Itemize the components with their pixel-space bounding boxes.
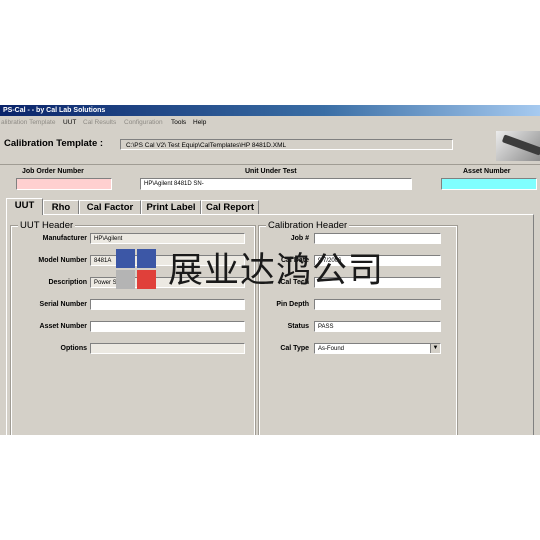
uut-label: Unit Under Test <box>245 168 297 175</box>
status-input[interactable]: PASS <box>314 321 441 332</box>
logo-square-blue-top <box>116 249 135 268</box>
cal-type-select[interactable]: As-Found ▼ <box>314 343 441 354</box>
asset-number-label: Asset Number <box>463 168 511 175</box>
manufacturer-label: Manufacturer <box>42 235 87 242</box>
uut-header-title: UUT Header <box>18 220 76 231</box>
title-bar[interactable]: PS-Cal - - by Cal Lab Solutions <box>0 105 540 116</box>
template-path-field[interactable]: C:\PS Cal V2\ Test Equip\CalTemplates\HP… <box>120 139 453 150</box>
menu-help[interactable]: Help <box>193 118 206 128</box>
window-title: PS-Cal - - by Cal Lab Solutions <box>3 107 106 114</box>
description-label: Description <box>48 279 87 286</box>
uut-tab-panel: UUT Header Calibration Header Manufactur… <box>6 214 534 435</box>
tab-print-label[interactable]: Print Label <box>141 200 201 215</box>
serial-number-input[interactable] <box>90 299 245 310</box>
serial-number-label: Serial Number <box>39 301 87 308</box>
logo-square-gray <box>116 270 135 289</box>
sensor-probe-icon <box>501 134 540 156</box>
power-sensor-image <box>496 131 540 161</box>
divider <box>0 164 540 165</box>
logo-square-red <box>137 270 156 289</box>
uut-input[interactable]: HP\Agilent 8481D SN- <box>140 178 412 190</box>
asset-number-input[interactable] <box>441 178 537 190</box>
options-label: Options <box>60 345 87 352</box>
chevron-down-icon[interactable]: ▼ <box>430 344 440 353</box>
uut-asset-number-label: Asset Number <box>39 323 87 330</box>
template-label: Calibration Template : <box>4 138 104 149</box>
tab-cal-factor[interactable]: Cal Factor <box>79 200 141 215</box>
calibration-header-title: Calibration Header <box>266 220 350 231</box>
tab-cal-report[interactable]: Cal Report <box>201 200 259 215</box>
menu-tools[interactable]: Tools <box>171 118 186 128</box>
menu-cal-results[interactable]: Cal Results <box>83 118 116 128</box>
job-order-label: Job Order Number <box>22 168 84 175</box>
options-input[interactable] <box>90 343 245 354</box>
tab-rho[interactable]: Rho <box>43 200 79 215</box>
manufacturer-input[interactable]: HP\Agilent <box>90 233 245 244</box>
logo-square-blue-right <box>137 249 156 268</box>
watermark-text: 展业达鸿公司 <box>168 251 385 291</box>
menu-calibration-template[interactable]: alibration Template <box>1 118 55 128</box>
cal-type-label: Cal Type <box>280 345 309 352</box>
company-logo <box>116 249 160 293</box>
tab-uut[interactable]: UUT <box>6 198 43 215</box>
pin-depth-input[interactable] <box>314 299 441 310</box>
cal-type-value: As-Found <box>318 346 345 352</box>
pin-depth-label: Pin Depth <box>276 301 309 308</box>
watermark: 展业达鸿公司 <box>116 249 540 293</box>
job-number-input[interactable] <box>314 233 441 244</box>
job-order-input[interactable] <box>16 178 112 190</box>
job-number-label: Job # <box>290 235 309 242</box>
menu-configuration[interactable]: Configuration <box>124 118 163 128</box>
status-label: Status <box>287 323 309 330</box>
uut-asset-number-input[interactable] <box>90 321 245 332</box>
menu-bar: alibration Template UUT Cal Results Conf… <box>0 118 540 128</box>
model-number-label: Model Number <box>38 257 87 264</box>
menu-uut[interactable]: UUT <box>63 118 76 128</box>
